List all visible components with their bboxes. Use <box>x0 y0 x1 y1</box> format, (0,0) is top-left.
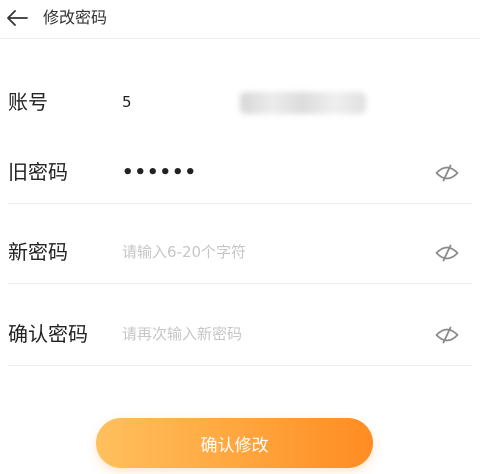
arrow-left-icon <box>7 10 28 26</box>
page-title: 修改密码 <box>43 8 108 27</box>
new-password-row: 新密码 <box>0 224 480 284</box>
account-label: 账号 <box>8 90 48 114</box>
change-password-page: 修改密码 账号 5 旧密码 新密码 确认密码 <box>0 0 480 474</box>
confirm-password-input[interactable] <box>122 318 412 350</box>
account-blur-mask <box>240 92 366 114</box>
old-password-row: 旧密码 <box>0 144 480 204</box>
nav-bar: 修改密码 <box>0 0 480 39</box>
back-button[interactable] <box>2 4 32 32</box>
eye-off-icon <box>435 326 459 344</box>
old-password-label: 旧密码 <box>8 160 68 184</box>
account-value-text: 5 <box>122 93 132 111</box>
account-row: 账号 5 <box>0 74 480 134</box>
new-password-input[interactable] <box>122 236 412 268</box>
eye-off-icon <box>435 244 459 262</box>
confirm-password-row: 确认密码 <box>0 306 480 366</box>
old-password-visibility-toggle[interactable] <box>434 160 460 186</box>
confirm-password-label: 确认密码 <box>8 322 88 346</box>
row-divider <box>8 365 472 366</box>
eye-off-icon <box>435 164 459 182</box>
new-password-visibility-toggle[interactable] <box>434 240 460 266</box>
confirm-password-visibility-toggle[interactable] <box>434 322 460 348</box>
confirm-change-button[interactable]: 确认修改 <box>96 418 373 468</box>
old-password-input[interactable] <box>122 156 412 188</box>
row-divider <box>8 203 472 204</box>
new-password-label: 新密码 <box>8 240 68 264</box>
row-divider <box>8 283 472 284</box>
account-value: 5 <box>122 88 366 116</box>
